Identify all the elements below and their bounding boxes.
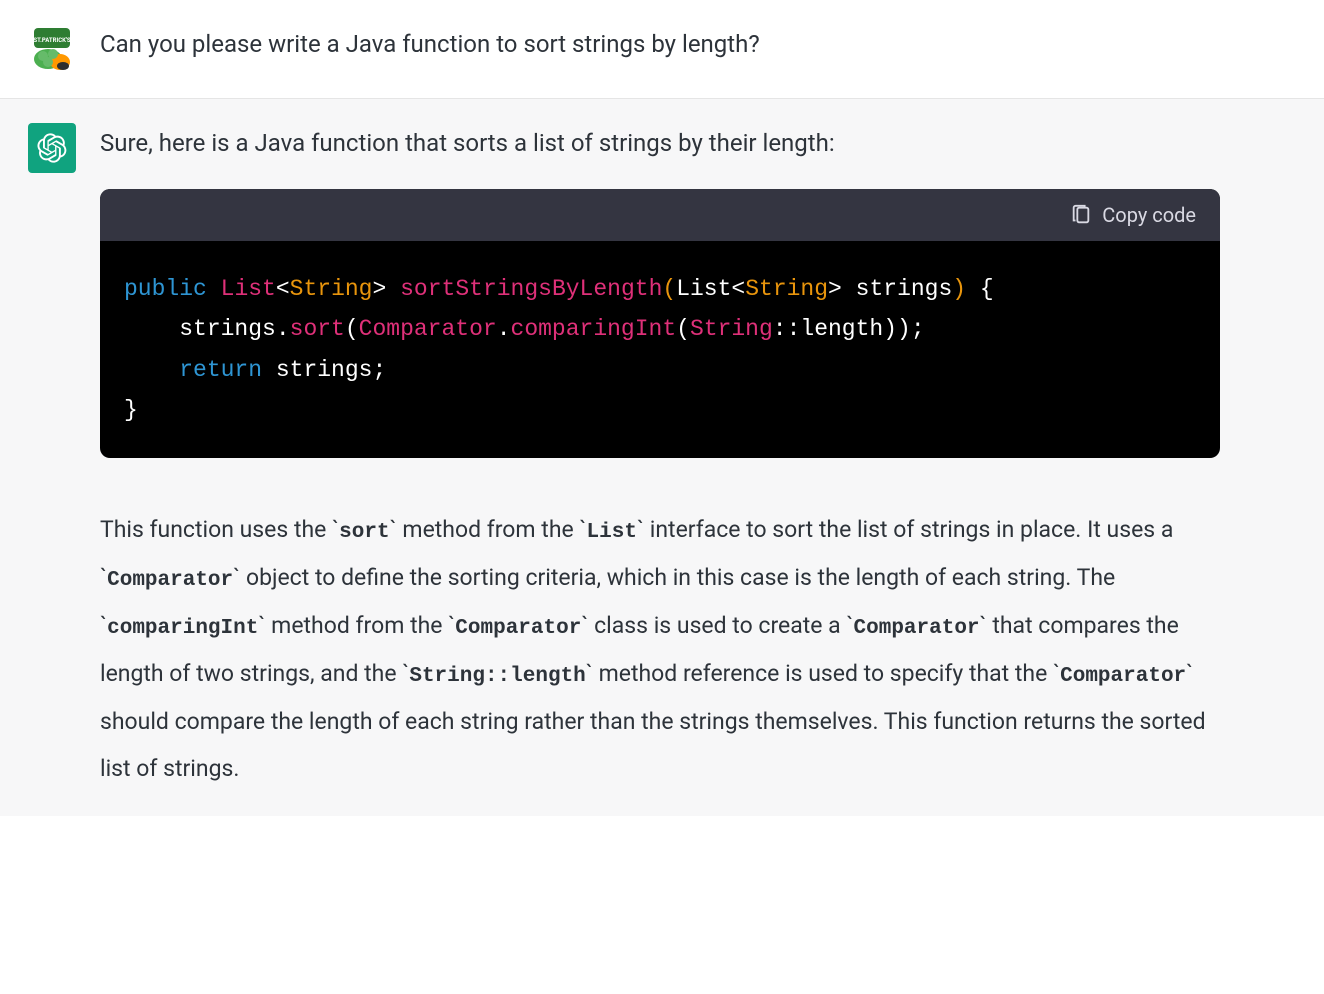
assistant-avatar xyxy=(28,123,76,173)
svg-text:ST.PATRICK'S: ST.PATRICK'S xyxy=(33,37,71,44)
copy-code-button[interactable]: Copy code xyxy=(1070,203,1196,227)
assistant-message-content: Sure, here is a Java function that sorts… xyxy=(100,123,1220,792)
inline-code-list: List xyxy=(587,521,637,544)
user-message: ST.PATRICK'S Can you please write a Java… xyxy=(0,0,1324,99)
inline-code-comparator3: Comparator xyxy=(854,617,980,640)
inline-code-comparator2: Comparator xyxy=(455,617,581,640)
user-question-text: Can you please write a Java function to … xyxy=(100,26,1220,62)
openai-logo-icon xyxy=(37,133,67,163)
user-avatar: ST.PATRICK'S xyxy=(28,24,76,74)
code-block-header: Copy code xyxy=(100,189,1220,241)
inline-code-comparator4: Comparator xyxy=(1060,665,1186,688)
assistant-message: Sure, here is a Java function that sorts… xyxy=(0,99,1324,816)
inline-code-stringlength: String::length xyxy=(409,665,585,688)
inline-code-comparingint: comparingInt xyxy=(107,617,258,640)
user-message-content: Can you please write a Java function to … xyxy=(100,24,1220,62)
clipboard-icon xyxy=(1070,204,1092,226)
explanation-text: This function uses the `sort` method fro… xyxy=(100,506,1220,792)
inline-code-sort: sort xyxy=(339,521,389,544)
copy-code-label: Copy code xyxy=(1102,203,1196,227)
inline-code-comparator: Comparator xyxy=(107,569,233,592)
assistant-intro-text: Sure, here is a Java function that sorts… xyxy=(100,125,1220,161)
code-block: Copy code public List<String> sortString… xyxy=(100,189,1220,458)
code-body: public List<String> sortStringsByLength(… xyxy=(100,241,1220,458)
